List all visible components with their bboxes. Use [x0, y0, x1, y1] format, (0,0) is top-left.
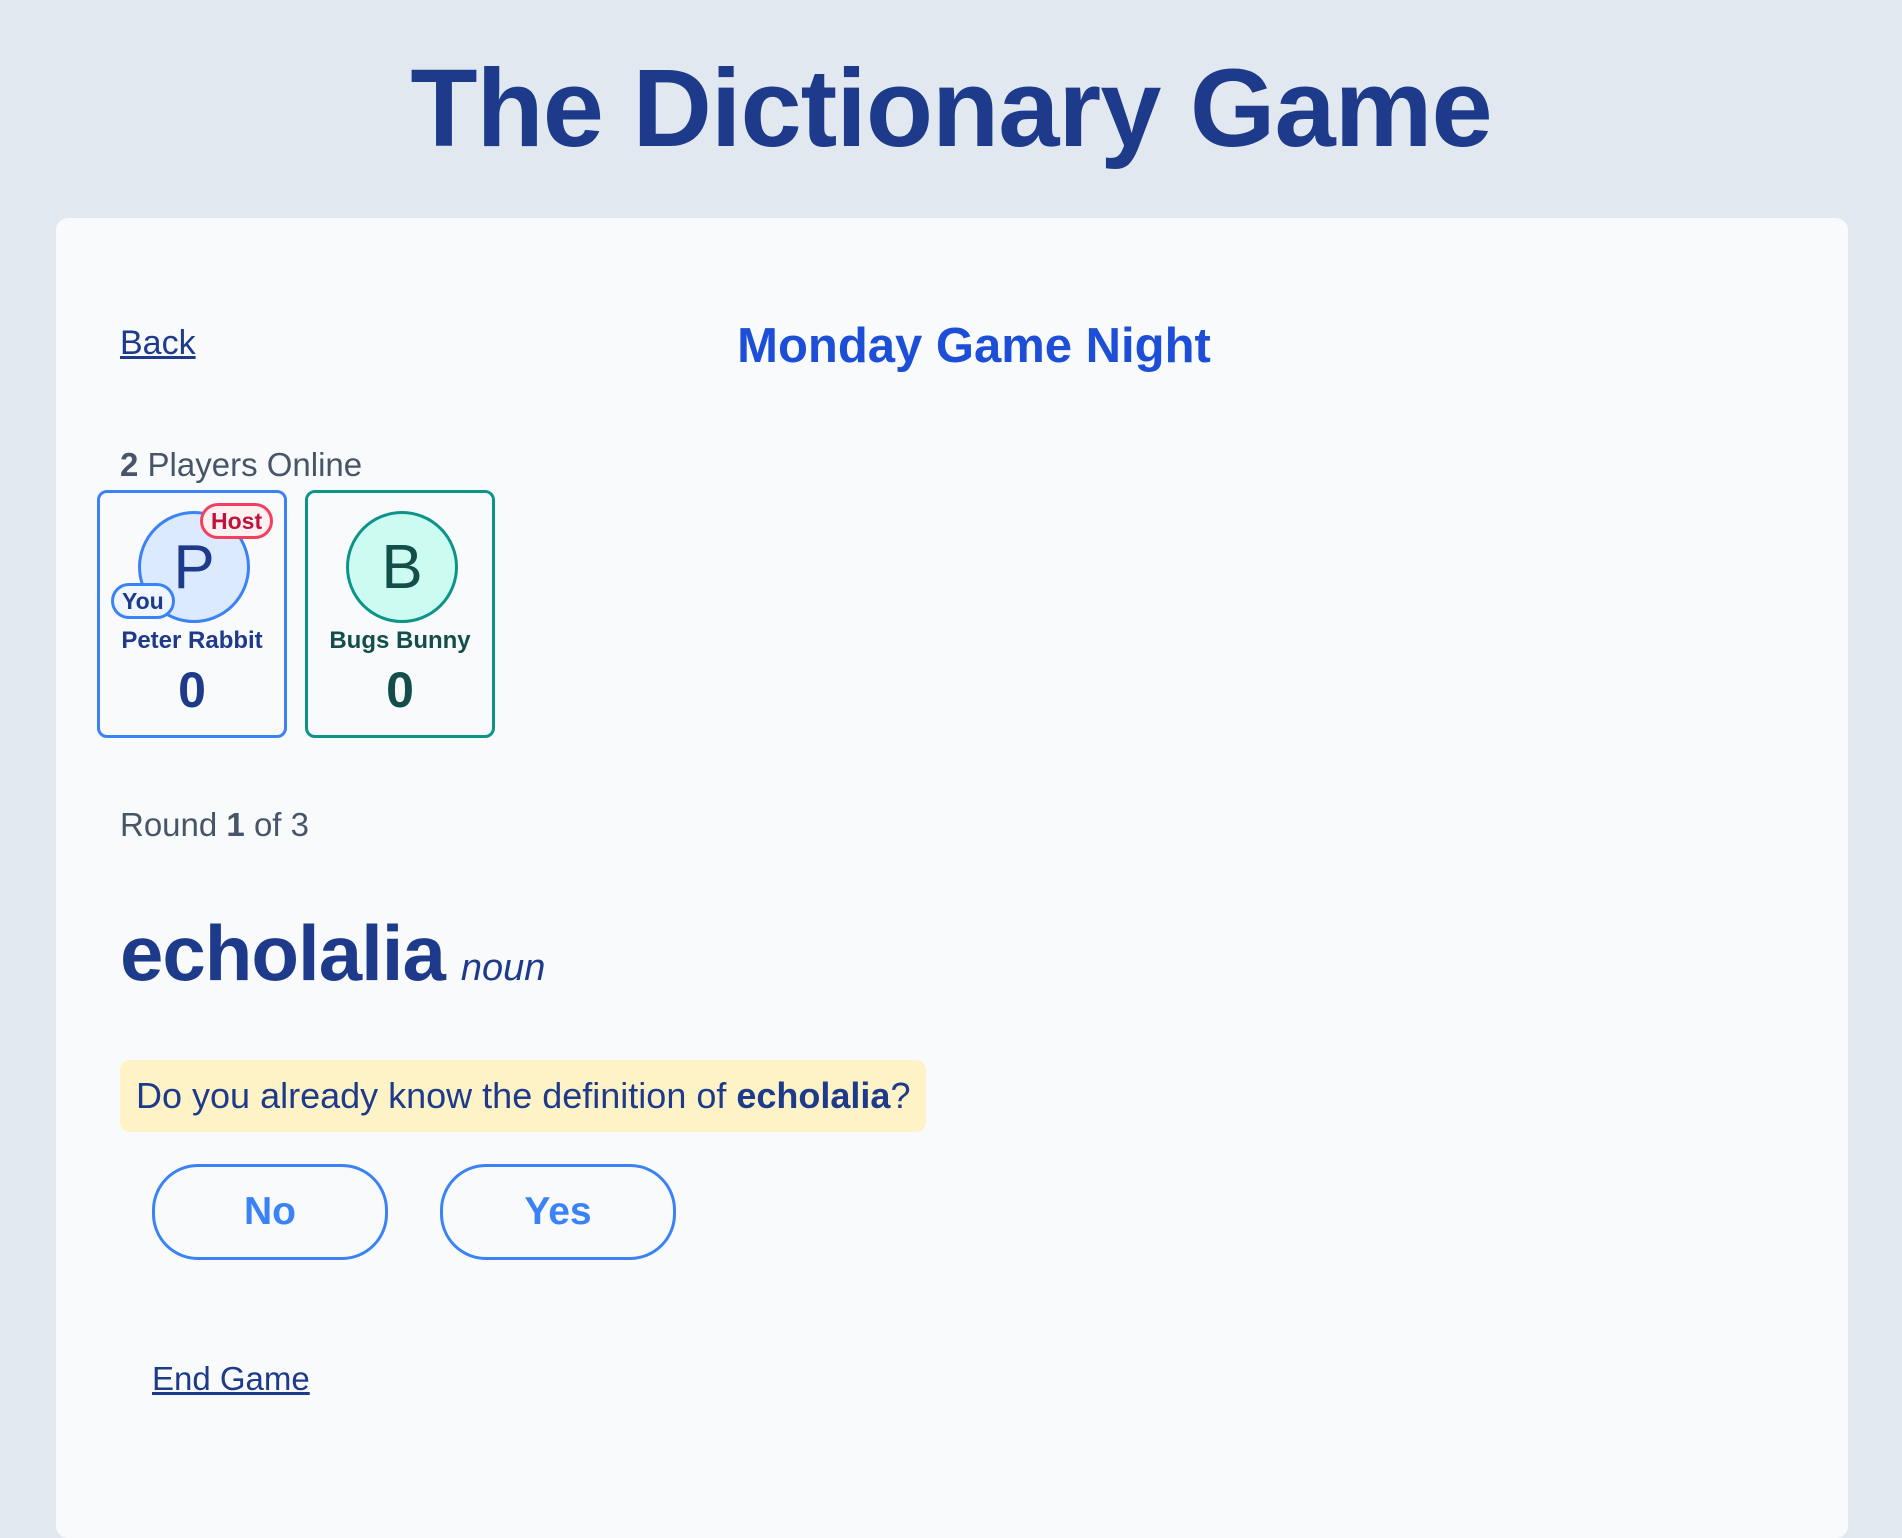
definition-question: Do you already know the definition of ec… [120, 1060, 927, 1132]
avatar: B [346, 511, 458, 623]
round-prefix: Round [120, 806, 227, 843]
part-of-speech: noun [460, 947, 546, 989]
word-heading: echolalia noun [120, 908, 545, 999]
player-card-peter-rabbit: P Host You Peter Rabbit 0 [97, 490, 287, 738]
players-online-count: 2 [120, 446, 139, 483]
host-badge: Host [200, 503, 274, 539]
end-game-link[interactable]: End Game [152, 1360, 310, 1398]
game-word: echolalia [120, 909, 446, 997]
player-name: Bugs Bunny [329, 627, 471, 654]
round-current: 1 [226, 806, 245, 843]
no-button[interactable]: No [152, 1164, 388, 1260]
players-online-label: Players Online [138, 446, 363, 483]
game-card: Back Monday Game Night 2 Players Online … [56, 218, 1848, 1538]
game-name: Monday Game Night [737, 319, 1211, 373]
you-badge: You [111, 583, 175, 619]
players-online: 2 Players Online [120, 446, 362, 484]
round-total: 3 [290, 806, 309, 843]
player-card-bugs-bunny: B Bugs Bunny 0 [305, 490, 495, 738]
question-suffix: ? [890, 1075, 911, 1116]
round-middle: of [244, 806, 291, 843]
player-score: 0 [178, 662, 206, 718]
player-score: 0 [386, 662, 414, 718]
question-prefix: Do you already know the definition of [136, 1075, 737, 1116]
yes-button[interactable]: Yes [440, 1164, 676, 1260]
player-name: Peter Rabbit [121, 627, 263, 654]
question-word: echolalia [736, 1075, 891, 1116]
app-title: The Dictionary Game [410, 47, 1492, 170]
round-indicator: Round 1 of 3 [120, 806, 309, 844]
